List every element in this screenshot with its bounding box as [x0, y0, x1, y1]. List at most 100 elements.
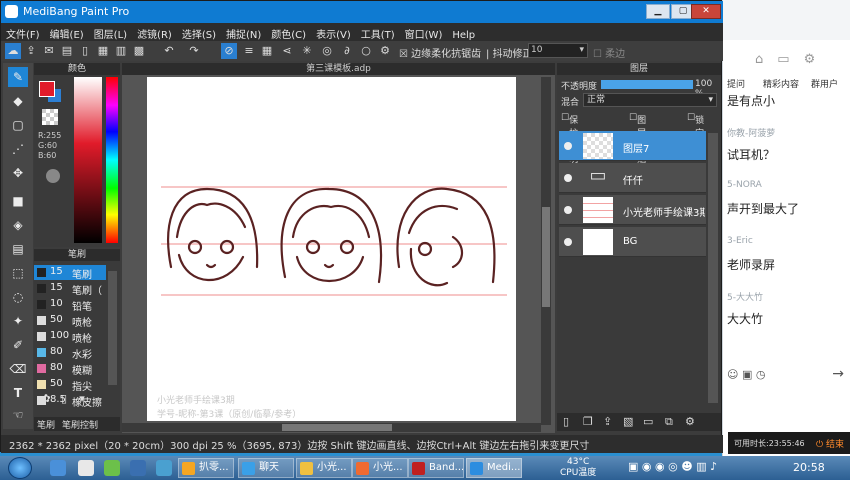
gear-icon[interactable]: ⚙ [804, 52, 816, 67]
brush-item[interactable]: 50 喷枪 [34, 313, 106, 329]
soft-edge-toggle[interactable]: ☐ 柔边 [593, 45, 625, 60]
pinned-app-icon[interactable] [104, 460, 120, 476]
image-icon[interactable]: ▣ [742, 368, 752, 381]
minimize-button[interactable]: ▁ [646, 4, 670, 19]
circle-icon[interactable]: ○ [358, 43, 374, 59]
new-brush-icon[interactable]: ▯ [56, 391, 72, 407]
send-arrow-icon[interactable]: → [832, 366, 844, 382]
gradient-tool-icon[interactable]: ▤ [8, 239, 28, 259]
share-icon[interactable]: ⇪ [23, 43, 39, 59]
select-rect-tool-icon[interactable]: ▢ [8, 115, 28, 135]
tray-app-icon[interactable]: ◉ [655, 460, 665, 473]
magic-wand-tool-icon[interactable]: ✦ [8, 311, 28, 331]
emoji-icon[interactable]: ☺ [727, 368, 738, 381]
layer-item[interactable]: 小光老师手绘课3期 [559, 195, 706, 225]
dot-tool-icon[interactable]: ⋰ [8, 139, 28, 159]
layer-item[interactable]: 图层7 [559, 131, 706, 161]
volume-icon[interactable]: ♪ [710, 460, 717, 473]
clock[interactable]: 20:58 [793, 461, 825, 474]
canvas-vertical-thumb[interactable] [542, 207, 550, 307]
copy-layer-icon[interactable]: ⧉ [665, 415, 673, 429]
cross-snap-icon[interactable]: ▦ [259, 43, 275, 59]
opacity-slider[interactable] [601, 80, 693, 89]
visibility-eye-icon[interactable] [564, 174, 572, 182]
tray-app-icon[interactable]: ☻ [681, 460, 692, 473]
settings-icon[interactable]: ⚙ [377, 43, 393, 59]
canvas-vertical-scrollbar[interactable] [541, 77, 551, 425]
tab-brush[interactable]: 笔刷 [37, 418, 55, 431]
visibility-eye-icon[interactable] [564, 206, 572, 214]
pages-icon[interactable]: ▦ [95, 43, 111, 59]
taskbar-app-button[interactable]: 小光... [352, 458, 408, 478]
eraser-tool-icon[interactable]: ◆ [8, 91, 28, 111]
taskbar-app-button[interactable]: Band... [408, 458, 464, 478]
antialias-toggle[interactable]: ☒ 边缘柔化抗锯齿 [399, 45, 481, 60]
add-brush-icon[interactable]: ✿ [38, 391, 54, 407]
tab-brush-control[interactable]: 笔刷控制 [62, 418, 98, 431]
blend-mode-select[interactable]: 正常 ▾ [583, 93, 717, 107]
grid-icon[interactable]: ▩ [131, 43, 147, 59]
comment-icon[interactable]: ✉ [41, 43, 57, 59]
foreground-color-swatch[interactable] [39, 81, 55, 97]
chat-tab-members[interactable]: 群用户 [811, 77, 838, 90]
brush-scrollbar[interactable] [108, 271, 117, 385]
folder-icon[interactable]: ▭ [777, 52, 789, 67]
brush-tool-icon[interactable]: ✎ [8, 67, 28, 87]
drawing-canvas[interactable]: 小光老师手绘课3期 学号-昵称-第3课（原创/临摹/参考） [147, 77, 516, 421]
select-eraser-tool-icon[interactable]: ⌫ [8, 359, 28, 379]
undo-icon[interactable]: ↶ [161, 43, 177, 59]
frames-icon[interactable]: ▥ [113, 43, 129, 59]
canvas-horizontal-thumb[interactable] [282, 424, 392, 431]
transparent-color-swatch[interactable] [42, 109, 58, 125]
radial-snap-icon[interactable]: ✳ [299, 43, 315, 59]
taskbar-app-button[interactable]: Medi... [466, 458, 522, 478]
pinned-app-icon[interactable] [130, 460, 146, 476]
operation-tool-icon[interactable]: ☜ [8, 405, 28, 425]
marquee-tool-icon[interactable]: ⬚ [8, 263, 28, 283]
chat-tab-highlights[interactable]: 精彩内容 [763, 77, 799, 90]
pinned-app-icon[interactable] [78, 460, 94, 476]
cloud-icon[interactable]: ☁ [5, 43, 21, 59]
visibility-eye-icon[interactable] [564, 142, 572, 150]
vanish-snap-icon[interactable]: ⋖ [279, 43, 295, 59]
layer-item[interactable]: ▭ 仟仟 [559, 163, 706, 193]
pinned-app-icon[interactable] [156, 460, 172, 476]
palette-icon[interactable] [46, 169, 60, 183]
document-icon[interactable]: ▯ [77, 43, 93, 59]
layer-settings-icon[interactable]: ⚙ [685, 415, 695, 428]
circle-snap-icon[interactable]: ◎ [319, 43, 335, 59]
canvas-horizontal-scrollbar[interactable] [122, 423, 541, 432]
network-icon[interactable]: ▥ [696, 460, 706, 473]
tray-app-icon[interactable]: ◉ [642, 460, 652, 473]
import-layer-icon[interactable]: ⇪ [603, 415, 612, 428]
brush-item[interactable]: 15 笔刷（ [34, 281, 106, 297]
bucket-tool-icon[interactable]: ◈ [8, 215, 28, 235]
halftone-layer-icon[interactable]: ▧ [623, 415, 633, 428]
select-pen-tool-icon[interactable]: ✐ [8, 335, 28, 355]
protect-alpha-checkbox[interactable]: ☐ 保护透明度 [561, 113, 578, 178]
hue-slider[interactable] [106, 77, 118, 243]
tray-app-icon[interactable]: ◎ [668, 460, 678, 473]
brush-item[interactable]: 10 铅笔 [34, 297, 106, 313]
color-sv-picker[interactable] [74, 77, 102, 243]
lasso-tool-icon[interactable]: ◌ [8, 287, 28, 307]
brush-item[interactable]: 100 喷枪 [34, 329, 106, 345]
curve-snap-icon[interactable]: ∂ [339, 43, 355, 59]
text-tool-icon[interactable]: T [8, 383, 28, 403]
parallel-snap-icon[interactable]: ≡ [241, 43, 257, 59]
move-tool-icon[interactable]: ✥ [8, 163, 28, 183]
close-button[interactable]: ✕ [691, 4, 721, 19]
taskbar-app-button[interactable]: 小光... [296, 458, 352, 478]
chat-bubble-icon[interactable]: ▤ [59, 43, 75, 59]
gift-icon[interactable]: ⌂ [755, 52, 763, 67]
document-tab[interactable]: 第三课模板.adp [122, 63, 555, 75]
folder-layer-icon[interactable]: ▭ [643, 415, 653, 428]
snap-off-icon[interactable]: ⊘ [221, 43, 237, 59]
start-button[interactable] [8, 457, 32, 479]
stabilizer-select[interactable]: 10 ▾ [528, 43, 588, 58]
fill-rect-tool-icon[interactable]: ■ [8, 191, 28, 211]
redo-icon[interactable]: ↷ [186, 43, 202, 59]
brush-menu-icon[interactable]: ▾ [74, 391, 90, 407]
duplicate-layer-icon[interactable]: ❐ [583, 415, 593, 428]
taskbar-app-button[interactable]: 扒零... [178, 458, 234, 478]
